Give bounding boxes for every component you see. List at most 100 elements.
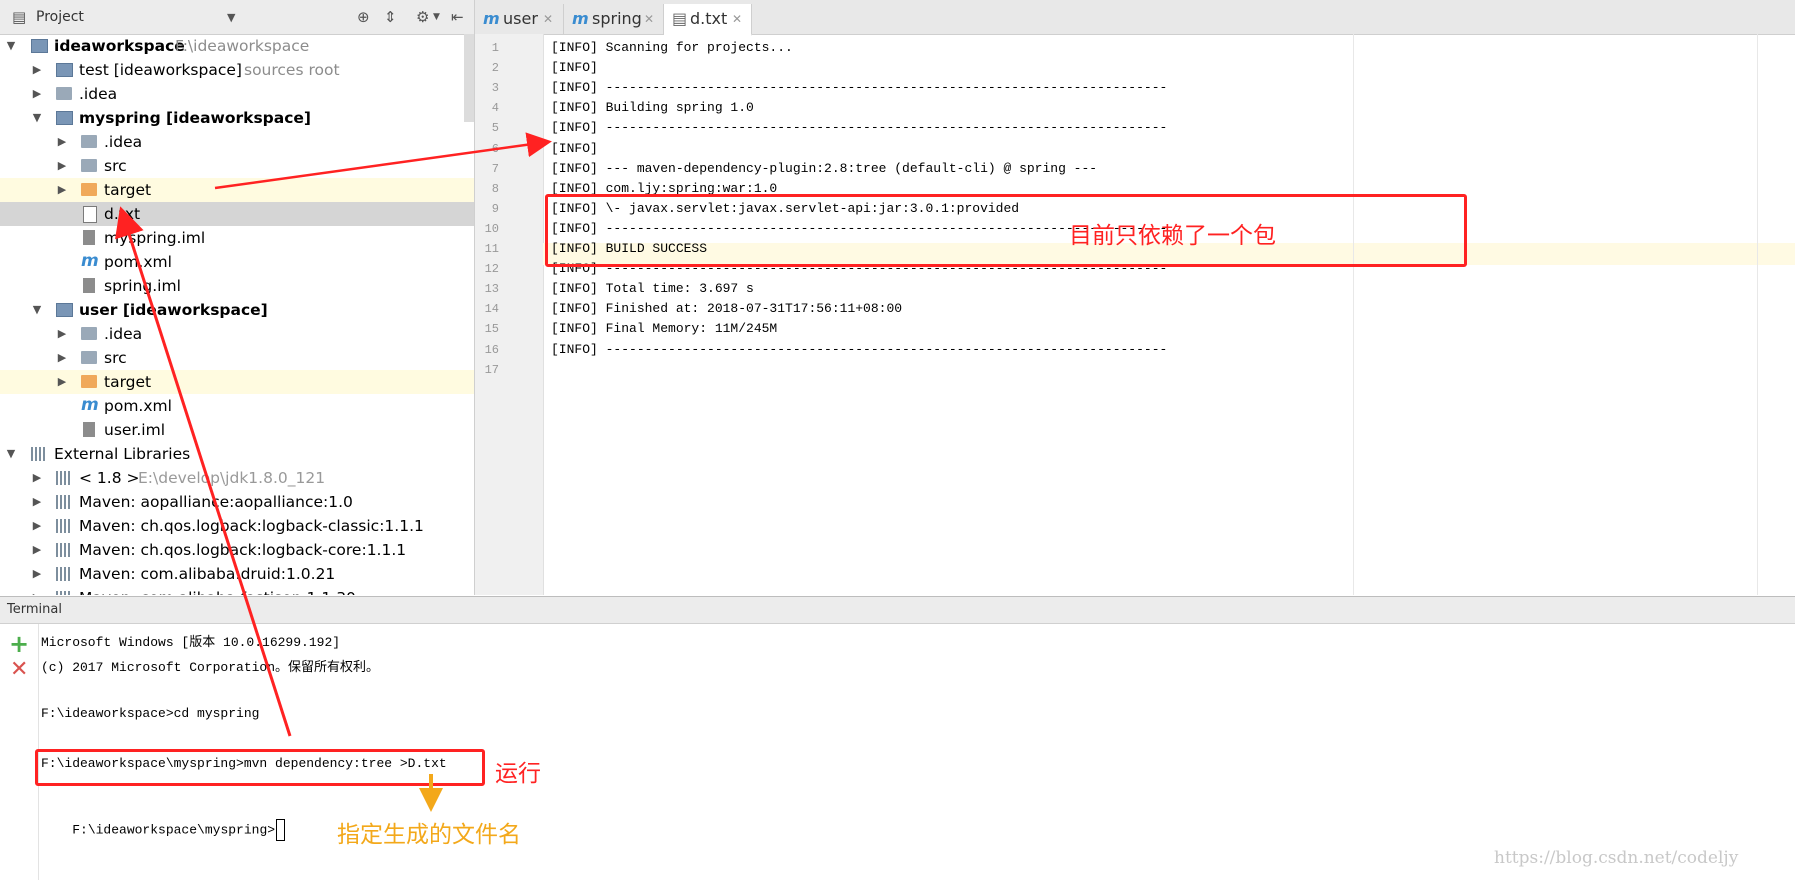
library-icon: [56, 591, 70, 595]
locate-icon[interactable]: ⊕: [357, 8, 370, 26]
tree-item-library[interactable]: ▶ Maven: aopalliance:aopalliance:1.0: [0, 490, 474, 514]
collapse-all-icon[interactable]: ⇕: [384, 8, 397, 26]
tree-item-label: d.txt: [104, 205, 141, 223]
tree-item-test[interactable]: ▶ test [ideaworkspace] sources root: [0, 58, 474, 82]
tree-item-ideaworkspace[interactable]: ▼ ideaworkspace F:\ideaworkspace: [0, 34, 474, 58]
maven-icon: m: [81, 395, 99, 415]
line-number: 13: [484, 282, 499, 297]
line-number: 16: [484, 342, 499, 357]
right-margin-guide: [1757, 34, 1758, 595]
tree-item-jdk[interactable]: ▶ < 1.8 > E:\develop\jdk1.8.0_121: [0, 466, 474, 490]
text-file-icon: ▤: [672, 9, 688, 28]
tree-item-label: user.iml: [104, 421, 166, 439]
tree-item-pom-xml[interactable]: m pom.xml: [0, 250, 474, 274]
close-icon[interactable]: ✕: [644, 4, 654, 34]
project-panel-title[interactable]: Project: [36, 9, 84, 25]
filename-note: 指定生成的文件名: [337, 822, 521, 848]
tree-item-library[interactable]: ▶ Maven: com.alibaba:druid:1.0.21: [0, 562, 474, 586]
run-note: 运行: [495, 761, 541, 787]
collapsed-arrow-icon[interactable]: ▶: [31, 538, 43, 562]
view-dropdown-chevron-icon[interactable]: ▼: [227, 11, 235, 24]
tree-item-label: Maven: aopalliance:aopalliance:1.0: [79, 493, 353, 511]
collapsed-arrow-icon[interactable]: ▶: [31, 514, 43, 538]
module-icon: [31, 39, 48, 53]
collapsed-arrow-icon[interactable]: ▶: [31, 466, 43, 490]
collapsed-arrow-icon[interactable]: ▶: [56, 346, 68, 370]
tree-item-label: Maven: com.alibaba:druid:1.0.21: [79, 565, 336, 583]
tree-item-label: user [ideaworkspace]: [79, 301, 268, 319]
hide-panel-icon[interactable]: ⇤: [451, 8, 464, 26]
terminal-panel: Terminal + ✕ Microsoft Windows [版本 10.0.…: [0, 596, 1795, 880]
line-number: 15: [484, 322, 499, 337]
line-number: 5: [491, 121, 499, 136]
code-line: [INFO] Building spring 1.0: [551, 100, 754, 116]
tree-item-idea[interactable]: ▶ .idea: [0, 130, 474, 154]
close-session-icon[interactable]: ✕: [10, 657, 28, 682]
depends-note: 目前只依赖了一个包: [1069, 223, 1276, 249]
library-icon: [56, 567, 70, 581]
tree-item-label: pom.xml: [104, 253, 172, 271]
tree-item-label: myspring.iml: [104, 229, 206, 247]
library-icon: [56, 471, 70, 485]
tree-item-user[interactable]: ▼ user [ideaworkspace]: [0, 298, 474, 322]
gear-icon[interactable]: ⚙: [416, 8, 429, 26]
tab-spring[interactable]: m spring ✕: [564, 4, 664, 34]
close-icon[interactable]: ✕: [543, 4, 553, 34]
library-icon: [56, 519, 70, 533]
terminal-prompt: F:\ideaworkspace\myspring>: [72, 822, 276, 838]
terminal-line: F:\ideaworkspace>cd myspring: [41, 706, 260, 721]
collapsed-arrow-icon[interactable]: ▶: [31, 82, 43, 106]
tree-item-path: E:\develop\jdk1.8.0_121: [138, 469, 326, 487]
collapsed-arrow-icon[interactable]: ▶: [56, 370, 68, 394]
tree-item-target[interactable]: ▶ target: [0, 370, 474, 394]
tree-item-label: External Libraries: [54, 445, 191, 463]
code-line: [INFO] Total time: 3.697 s: [551, 281, 754, 297]
terminal-prompt-line[interactable]: F:\ideaworkspace\myspring>: [41, 804, 286, 856]
collapsed-arrow-icon[interactable]: ▶: [56, 322, 68, 346]
tab-user[interactable]: m user ✕: [475, 4, 564, 34]
tree-item-idea[interactable]: ▶ .idea: [0, 82, 474, 106]
tree-item-label: .idea: [104, 133, 143, 151]
terminal-header: Terminal: [0, 597, 1795, 624]
collapsed-arrow-icon[interactable]: ▶: [31, 490, 43, 514]
text-file-icon: [83, 206, 97, 223]
line-number: 17: [484, 362, 499, 377]
tree-item-user-iml[interactable]: user.iml: [0, 418, 474, 442]
collapsed-arrow-icon[interactable]: ▶: [31, 58, 43, 82]
tree-item-src[interactable]: ▶ src: [0, 154, 474, 178]
collapsed-arrow-icon[interactable]: ▶: [31, 562, 43, 586]
tree-item-pom-xml[interactable]: m pom.xml: [0, 394, 474, 418]
expanded-arrow-icon[interactable]: ▼: [5, 442, 17, 466]
line-number: 6: [491, 141, 499, 156]
collapsed-arrow-icon[interactable]: ▶: [56, 178, 68, 202]
tab-d-txt[interactable]: ▤ d.txt ✕: [664, 4, 752, 36]
tree-item-library[interactable]: ▶ Maven: com.alibaba:fastjson:1.1.30: [0, 586, 474, 595]
expanded-arrow-icon[interactable]: ▼: [5, 34, 17, 58]
tree-item-idea[interactable]: ▶ .idea: [0, 322, 474, 346]
tree-item-library[interactable]: ▶ Maven: ch.qos.logback:logback-core:1.1…: [0, 538, 474, 562]
tree-item-target[interactable]: ▶ target: [0, 178, 474, 202]
expanded-arrow-icon[interactable]: ▼: [31, 298, 43, 322]
terminal-line: (c) 2017 Microsoft Corporation。保留所有权利。: [41, 660, 380, 675]
project-view-icon[interactable]: ▤: [12, 8, 26, 26]
code-line: [INFO] --- maven-dependency-plugin:2.8:t…: [551, 160, 1098, 176]
tree-item-spring-iml[interactable]: spring.iml: [0, 274, 474, 298]
code-line: [INFO] ---------------------------------…: [551, 80, 1168, 96]
tree-item-src[interactable]: ▶ src: [0, 346, 474, 370]
tree-item-external-libraries[interactable]: ▼ External Libraries: [0, 442, 474, 466]
tree-item-myspring-iml[interactable]: myspring.iml: [0, 226, 474, 250]
gear-dropdown-icon[interactable]: ▼: [433, 12, 440, 22]
collapsed-arrow-icon[interactable]: ▶: [31, 586, 43, 595]
module-icon: [56, 303, 73, 317]
tree-item-library[interactable]: ▶ Maven: ch.qos.logback:logback-classic:…: [0, 514, 474, 538]
new-session-plus-icon[interactable]: +: [9, 630, 29, 658]
tree-item-d-txt[interactable]: d.txt: [0, 202, 474, 226]
expanded-arrow-icon[interactable]: ▼: [31, 106, 43, 130]
folder-icon: [56, 87, 72, 100]
tree-item-myspring[interactable]: ▼ myspring [ideaworkspace]: [0, 106, 474, 130]
close-icon[interactable]: ✕: [732, 4, 742, 34]
line-number: 1: [491, 41, 499, 55]
collapsed-arrow-icon[interactable]: ▶: [56, 154, 68, 178]
tree-item-label: .idea: [79, 85, 118, 103]
collapsed-arrow-icon[interactable]: ▶: [56, 130, 68, 154]
